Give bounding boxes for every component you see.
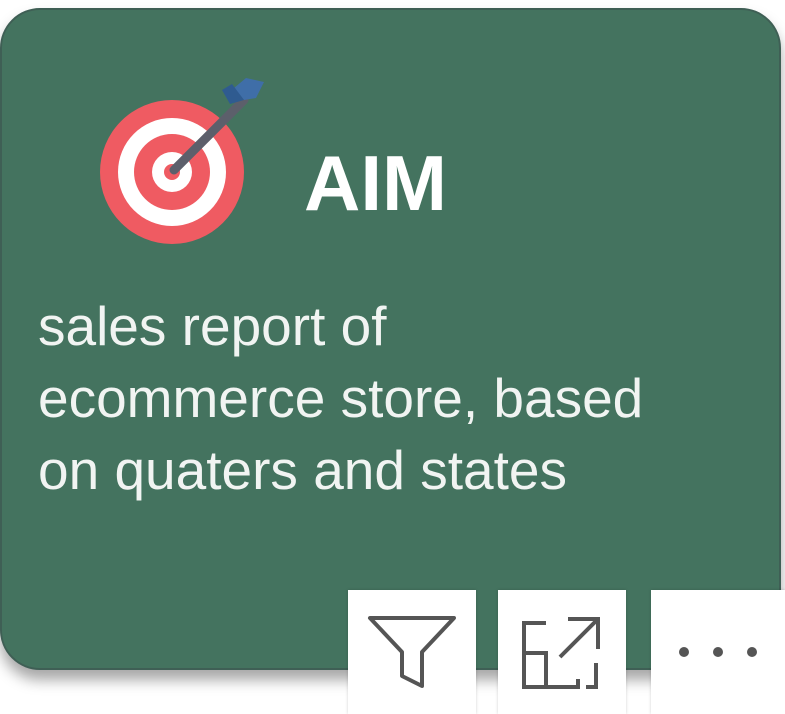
filter-button[interactable] bbox=[348, 590, 476, 714]
card-title: AIM bbox=[304, 139, 447, 227]
focus-mode-button[interactable] bbox=[498, 590, 626, 714]
focus-mode-icon bbox=[522, 617, 600, 689]
aim-card[interactable]: AIM sales report of ecommerce store, bas… bbox=[0, 8, 781, 670]
more-options-button[interactable] bbox=[651, 590, 785, 714]
more-options-icon bbox=[679, 647, 757, 657]
description-line: on quaters and states bbox=[38, 439, 567, 501]
filter-icon bbox=[368, 616, 456, 688]
description-line: sales report of bbox=[38, 295, 387, 357]
description-line: ecommerce store, based bbox=[38, 367, 644, 429]
card-description: sales report of ecommerce store, based o… bbox=[38, 290, 778, 506]
target-arrow-icon bbox=[100, 78, 264, 244]
